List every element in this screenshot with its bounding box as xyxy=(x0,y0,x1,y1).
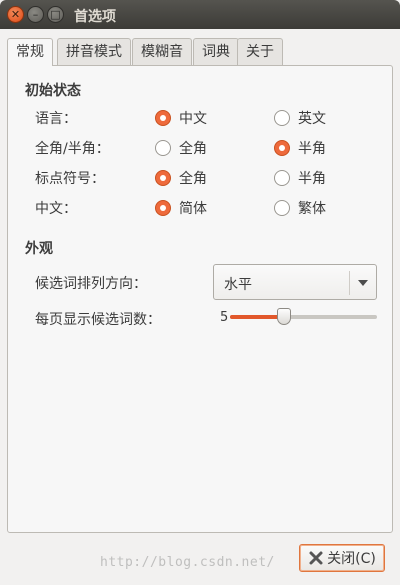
window-minimize-button[interactable]: – xyxy=(27,6,44,23)
close-icon xyxy=(309,551,323,565)
tab-about[interactable]: 关于 xyxy=(237,38,283,65)
watermark: http://blog.csdn.net/ xyxy=(100,555,275,570)
radio-indicator xyxy=(155,140,171,156)
close-button[interactable]: 关闭(C) xyxy=(299,544,385,572)
language-english-radio[interactable]: 英文 xyxy=(274,108,326,128)
width-half-radio[interactable]: 半角 xyxy=(274,138,326,158)
radio-label: 英文 xyxy=(298,111,326,127)
orientation-combobox[interactable]: 水平 xyxy=(213,264,377,300)
close-button-label: 关闭(C) xyxy=(327,551,376,567)
page-size-label: 每页显示候选词数： xyxy=(35,312,161,328)
radio-label: 半角 xyxy=(298,141,326,157)
orientation-label: 候选词排列方向： xyxy=(35,276,147,292)
chevron-down-icon xyxy=(358,280,368,286)
punctuation-half-radio[interactable]: 半角 xyxy=(274,168,326,188)
radio-label: 中文 xyxy=(179,111,207,127)
punctuation-full-radio[interactable]: 全角 xyxy=(155,168,207,188)
combo-divider xyxy=(349,271,350,295)
tab-general[interactable]: 常规 xyxy=(7,38,53,66)
close-icon: ✕ xyxy=(10,8,21,21)
script-simplified-radio[interactable]: 简体 xyxy=(155,198,207,218)
width-label: 全角/半角： xyxy=(35,141,110,157)
window-title: 首选项 xyxy=(74,9,116,25)
chinese-script-label: 中文： xyxy=(35,201,77,217)
radio-indicator xyxy=(155,110,171,126)
title-bar: ✕ – □ 首选项 xyxy=(0,0,400,29)
orientation-value: 水平 xyxy=(224,277,252,293)
window-close-button[interactable]: ✕ xyxy=(7,6,24,23)
language-chinese-radio[interactable]: 中文 xyxy=(155,108,207,128)
tab-fuzzy[interactable]: 模糊音 xyxy=(132,38,192,65)
minimize-icon: – xyxy=(32,8,39,21)
maximize-icon: □ xyxy=(50,8,61,21)
radio-indicator xyxy=(274,140,290,156)
radio-label: 全角 xyxy=(179,171,207,187)
radio-label: 半角 xyxy=(298,171,326,187)
punctuation-label: 标点符号： xyxy=(35,171,105,187)
page-size-value: 5 xyxy=(220,310,229,325)
language-label: 语言： xyxy=(35,111,77,127)
appearance-heading: 外观 xyxy=(25,241,53,257)
slider-handle[interactable] xyxy=(277,308,292,325)
tab-pinyin-mode[interactable]: 拼音模式 xyxy=(57,38,131,65)
slider-fill xyxy=(230,315,285,319)
radio-indicator xyxy=(274,170,290,186)
radio-indicator xyxy=(274,200,290,216)
radio-label: 全角 xyxy=(179,141,207,157)
tab-dictionary[interactable]: 词典 xyxy=(193,38,239,65)
radio-indicator xyxy=(155,170,171,186)
radio-label: 简体 xyxy=(179,201,207,217)
width-full-radio[interactable]: 全角 xyxy=(155,138,207,158)
window-maximize-button[interactable]: □ xyxy=(47,6,64,23)
radio-indicator xyxy=(274,110,290,126)
initial-state-heading: 初始状态 xyxy=(25,83,81,99)
radio-label: 繁体 xyxy=(298,201,326,217)
radio-indicator xyxy=(155,200,171,216)
script-traditional-radio[interactable]: 繁体 xyxy=(274,198,326,218)
